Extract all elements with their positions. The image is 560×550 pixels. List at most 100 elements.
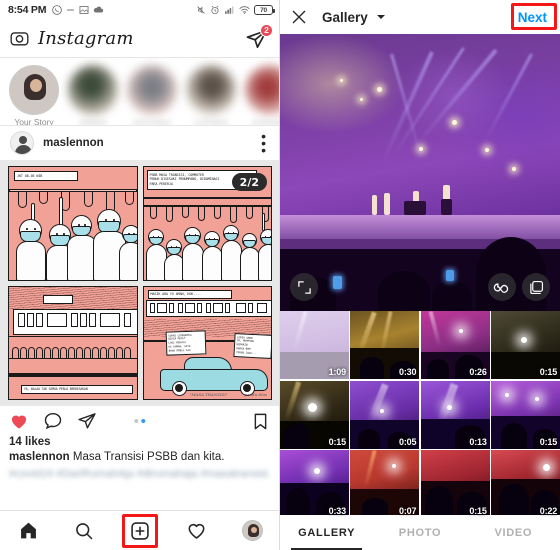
boomerang-button[interactable]	[488, 273, 516, 301]
nav-item-home[interactable]	[8, 515, 48, 547]
direct-message-button[interactable]: 2	[245, 23, 273, 51]
story-avatar	[68, 65, 118, 115]
home-icon	[20, 522, 36, 539]
story-item[interactable]: pramudya	[127, 65, 177, 125]
instagram-header: Instagram 2	[0, 20, 279, 58]
performer	[384, 193, 390, 215]
thumbnail-duration: 0:33	[328, 506, 346, 516]
gallery-thumbnail-grid[interactable]: 1:09 0:30 0:26 0:15 0:15 0:05 0:13 0:15 …	[280, 311, 560, 518]
thumbnail-item[interactable]: 1:09	[280, 311, 349, 379]
post-username[interactable]: maslennon	[43, 137, 104, 149]
search-icon	[76, 522, 93, 539]
post-caption: maslennon Masa Transisi PSBB dan kita.	[0, 450, 279, 465]
thumbnail-duration: 0:15	[539, 367, 557, 377]
stage-spotlight	[377, 87, 382, 92]
next-button[interactable]: Next	[515, 8, 550, 27]
performer	[441, 199, 452, 215]
thumbnail-item[interactable]: 0:33	[280, 450, 349, 518]
comic-panel-caption: YA, WALAU TAK SEMUA PERLU BERDESAKAN	[21, 384, 133, 394]
nav-item-search[interactable]	[64, 515, 104, 547]
wifi-icon	[239, 6, 250, 14]
multi-select-button[interactable]	[522, 273, 550, 301]
story-item[interactable]: wulandari	[245, 65, 279, 126]
comic-panel-4: MASIH ADA YG AMAN, KOK.... SUAMI LEMBURN…	[142, 285, 272, 400]
overflow-menu-icon[interactable]: • • •	[258, 129, 269, 157]
post-action-bar	[0, 406, 279, 436]
signal-icon	[225, 6, 234, 14]
comic-panel-caption: JKT 08.05 WIB	[14, 171, 78, 181]
whatsapp-icon	[52, 5, 63, 15]
gallery-header: Gallery Next	[280, 0, 560, 34]
thumbnail-item[interactable]: 0:30	[350, 311, 420, 379]
instagram-feed-pane: 8:54 PM 70 Instagram 2 Your Story adhity…	[0, 0, 280, 550]
expand-arrows-icon	[297, 280, 311, 294]
caption-username[interactable]: maslennon	[9, 451, 70, 463]
status-bar-notification-icons	[52, 5, 104, 15]
post-media-comic[interactable]: 2/2 JKT 08.05 WIB PSBB MASA TRANSISI, CO…	[0, 160, 279, 406]
avatar[interactable]	[10, 131, 34, 155]
post-hashtags: #covid19 #DariRumahAja #dirumahaja #masa…	[9, 467, 269, 480]
alarm-icon	[211, 5, 219, 15]
comment-bubble-icon[interactable]	[43, 411, 63, 431]
nav-item-activity[interactable]	[176, 515, 216, 547]
thumbnail-duration: 0:15	[539, 436, 557, 447]
thumbnail-item[interactable]: 0:15	[280, 380, 349, 449]
status-bar-system-icons: 70	[196, 5, 275, 15]
thumbnail-duration: 0:26	[469, 367, 487, 377]
thumbnail-duration: 0:13	[469, 436, 487, 447]
mute-icon	[197, 6, 205, 14]
stage-equipment	[404, 201, 426, 215]
expand-button[interactable]	[290, 273, 318, 301]
camera-icon[interactable]	[10, 29, 29, 48]
story-avatar	[127, 65, 177, 115]
thumbnail-item[interactable]: 0:15	[491, 311, 560, 379]
close-x-icon[interactable]	[290, 8, 308, 26]
share-paperplane-icon[interactable]	[77, 411, 97, 431]
photo-icon	[79, 6, 89, 14]
carousel-dots	[133, 419, 146, 423]
instagram-wordmark: Instagram	[38, 28, 134, 49]
story-label: wulandari	[251, 117, 279, 126]
gallery-title[interactable]: Gallery	[322, 10, 368, 25]
thumbnail-item[interactable]: 0:15	[420, 450, 490, 518]
thumbnail-item[interactable]: 0:22	[491, 450, 560, 518]
thumbnail-item[interactable]: 0:26	[420, 311, 490, 379]
cloud-icon	[94, 6, 104, 13]
story-avatar	[9, 65, 59, 115]
nav-item-add-post[interactable]	[120, 513, 160, 548]
direct-message-badge: 2	[260, 23, 273, 37]
thumbnail-item[interactable]: 0:05	[350, 380, 420, 449]
stage-spotlight	[419, 147, 423, 151]
thumbnail-item[interactable]: 0:07	[350, 450, 420, 518]
story-label: nurhaliza	[193, 117, 229, 126]
tab-photo[interactable]: PHOTO	[373, 515, 466, 550]
story-avatar	[245, 65, 279, 115]
likes-count[interactable]: 14 likes	[0, 436, 279, 450]
media-preview[interactable]	[280, 34, 560, 311]
comic-speech-bubble: SUAMI LEMBURNYA BIKIN MACET LAGI MENUJU …	[165, 329, 206, 356]
battery-indicator: 70	[254, 5, 275, 15]
status-bar: 8:54 PM 70	[0, 0, 279, 20]
story-item-your-story[interactable]: Your Story	[9, 65, 59, 125]
story-item[interactable]: adhitya	[68, 65, 118, 125]
tab-gallery[interactable]: GALLERY	[280, 515, 373, 550]
heart-filled-icon[interactable]	[9, 411, 29, 431]
stage-spotlight	[452, 120, 457, 125]
instagram-bottom-nav	[0, 510, 279, 550]
thumbnail-duration: 0:22	[539, 506, 557, 516]
nav-item-profile[interactable]	[232, 515, 272, 547]
thumbnail-item[interactable]: 0:15	[491, 380, 560, 449]
multi-select-icon	[529, 280, 543, 294]
thumbnail-duration: 0:30	[399, 367, 417, 377]
bookmark-icon[interactable]	[251, 412, 270, 431]
story-item[interactable]: nurhaliza	[186, 65, 236, 126]
stage-spotlight	[340, 79, 343, 82]
stage-spotlight	[512, 167, 516, 171]
audience-silhouette	[432, 281, 472, 311]
thumbnail-item[interactable]: 0:13	[420, 380, 490, 449]
chevron-down-icon[interactable]	[376, 15, 385, 19]
thumbnail-duration: 0:05	[399, 436, 417, 447]
tab-video[interactable]: VIDEO	[467, 515, 560, 550]
stories-tray[interactable]: Your Story adhitya pramudya nurhaliza wu…	[0, 58, 279, 126]
audience-phone-screen	[446, 270, 454, 281]
